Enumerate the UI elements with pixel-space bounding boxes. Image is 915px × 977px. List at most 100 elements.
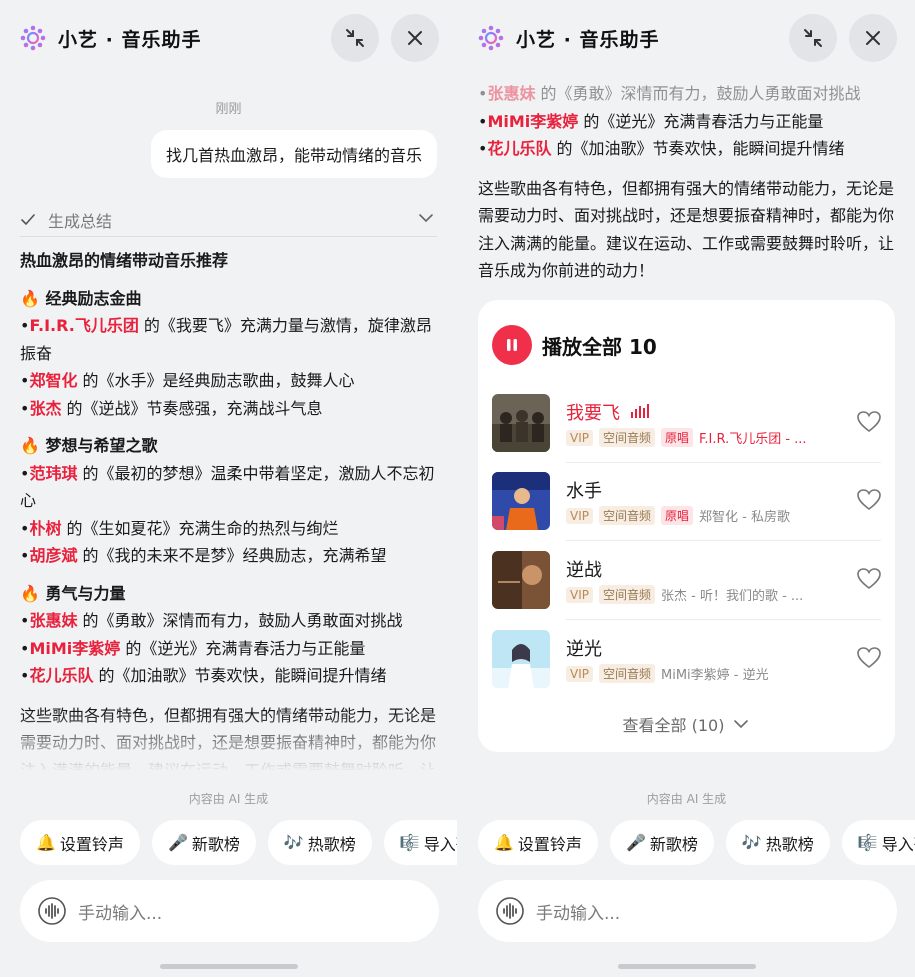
closing-paragraph: 这些歌曲各有特色，但都拥有强大的情绪带动能力，无论是需要动力时、面对挑战时，还是… bbox=[478, 178, 895, 281]
album-cover bbox=[492, 630, 550, 688]
divider bbox=[566, 540, 881, 541]
chip-import-songs[interactable]: 🎼导入歌 bbox=[841, 820, 915, 865]
list-item: •花儿乐队 的《加油歌》节奏欢快，能瞬间提升情绪 bbox=[20, 666, 387, 685]
heart-icon[interactable] bbox=[857, 489, 881, 511]
user-message-bubble: 找几首热血激昂，能带动情绪的音乐 bbox=[150, 130, 437, 178]
song-title: 逆战 bbox=[566, 560, 602, 581]
chip-import-songs[interactable]: 🎼导入歌 bbox=[383, 820, 457, 865]
heart-icon[interactable] bbox=[857, 647, 881, 669]
song-meta: VIP 空间音频 原唱 F.I.R.飞儿乐团 - ... bbox=[566, 428, 816, 447]
home-indicator bbox=[160, 964, 298, 969]
divider bbox=[566, 462, 881, 463]
message-input[interactable]: 手动输入... bbox=[20, 880, 439, 942]
voice-wave-icon bbox=[38, 897, 66, 925]
song-row[interactable]: 逆战 VIP 空间音频 张杰 - 听！我们的歌 - ... bbox=[492, 551, 881, 611]
original-badge: 原唱 bbox=[661, 428, 694, 447]
song-subtitle: 郑智化 - 私房歌 bbox=[699, 510, 790, 525]
song-title: 逆光 bbox=[566, 639, 602, 660]
chat-panel-left: 小艺 · 音乐助手 刚刚 找几首热血激昂，能带动情绪的音乐 生成总结 热血激昂的… bbox=[0, 0, 457, 977]
input-placeholder: 手动输入... bbox=[78, 903, 163, 924]
section-title: 🔥 勇气与力量 bbox=[20, 583, 126, 603]
app-title: 小艺 · 音乐助手 bbox=[516, 28, 660, 51]
generated-summary-toggle[interactable]: 生成总结 bbox=[20, 203, 437, 237]
bell-icon: 🔔 bbox=[36, 833, 56, 852]
header: 小艺 · 音乐助手 bbox=[478, 12, 897, 64]
microphone-icon: 🎤 bbox=[167, 833, 188, 852]
music-score-icon: 🎼 bbox=[399, 833, 420, 852]
heart-icon[interactable] bbox=[857, 411, 881, 433]
music-notes-icon: 🎶 bbox=[283, 833, 304, 852]
ai-generated-note: 内容由 AI 生成 bbox=[646, 792, 727, 806]
suggestion-chips: 🔔设置铃声 🎤新歌榜 🎶热歌榜 🎼导入歌 bbox=[478, 820, 915, 865]
song-subtitle: F.I.R.飞儿乐团 - ... bbox=[699, 432, 807, 447]
list-item: •朴树 的《生如夏花》充满生命的热烈与绚烂 bbox=[20, 518, 339, 538]
answer-heading: 热血激昂的情绪带动音乐推荐 bbox=[20, 251, 229, 270]
spatial-audio-badge: 空间音频 bbox=[598, 585, 655, 604]
ai-generated-note: 内容由 AI 生成 bbox=[188, 792, 269, 806]
song-meta: VIP 空间音频 原唱 郑智化 - 私房歌 bbox=[566, 506, 816, 525]
list-item: •胡彦斌 的《我的未来不是梦》经典励志，充满希望 bbox=[20, 546, 387, 565]
song-row[interactable]: 逆光 VIP 空间音频 MiMi李紫婷 - 逆光 bbox=[492, 630, 881, 690]
vip-badge: VIP bbox=[566, 429, 593, 446]
assistant-answer-continued: •张惠妹 的《勇敢》深情而有力，鼓励人勇敢面对挑战 •MiMi李紫婷 的《逆光》… bbox=[478, 80, 895, 285]
header: 小艺 · 音乐助手 bbox=[20, 12, 439, 64]
close-icon bbox=[408, 31, 422, 45]
song-row[interactable]: 水手 VIP 空间音频 原唱 郑智化 - 私房歌 bbox=[492, 472, 881, 532]
section-title: 🔥 梦想与希望之歌 bbox=[20, 436, 158, 455]
list-item: •张惠妹 的《勇敢》深情而有力，鼓励人勇敢面对挑战 bbox=[20, 611, 403, 630]
chip-set-ringtone[interactable]: 🔔 设置铃声 bbox=[478, 820, 598, 865]
chip-new-songs[interactable]: 🎤 新歌榜 bbox=[609, 820, 714, 865]
play-all-label: 播放全部 10 bbox=[542, 334, 657, 359]
chip-set-ringtone[interactable]: 🔔 设置铃声 bbox=[20, 820, 140, 865]
suggestion-chips: 🔔设置铃声 🎤新歌榜 🎶热歌榜 🎼导入歌 bbox=[20, 820, 457, 865]
chip-hot-songs[interactable]: 🎶 热歌榜 bbox=[267, 820, 372, 865]
song-meta: VIP 空间音频 张杰 - 听！我们的歌 - ... bbox=[566, 585, 816, 604]
voice-wave-icon bbox=[496, 897, 524, 925]
album-cover bbox=[492, 472, 550, 530]
input-placeholder: 手动输入... bbox=[536, 903, 621, 924]
album-cover bbox=[492, 551, 550, 609]
spatial-audio-badge: 空间音频 bbox=[598, 428, 655, 447]
album-cover bbox=[492, 394, 550, 452]
song-meta: VIP 空间音频 MiMi李紫婷 - 逆光 bbox=[566, 664, 816, 683]
play-all-button[interactable]: 播放全部 10 bbox=[492, 325, 657, 365]
divider bbox=[566, 619, 881, 620]
collapse-button[interactable] bbox=[331, 14, 379, 62]
list-item: •F.I.R.飞儿乐团 的《我要飞》充满力量与激情，旋律激昂振奋 bbox=[20, 316, 432, 363]
pause-icon bbox=[492, 325, 532, 365]
message-input[interactable]: 手动输入... bbox=[478, 880, 897, 942]
chat-panel-right: 小艺 · 音乐助手 •张惠妹 的《勇敢》深情而有力，鼓励人勇敢面对挑战 •MiM… bbox=[458, 0, 915, 977]
scroll-fade bbox=[0, 712, 457, 772]
heart-icon[interactable] bbox=[857, 568, 881, 590]
list-item: •张杰 的《逆战》节奏感强，充满战斗气息 bbox=[20, 398, 323, 418]
list-item: •郑智化 的《水手》是经典励志歌曲，鼓舞人心 bbox=[20, 371, 355, 390]
spatial-audio-badge: 空间音频 bbox=[598, 664, 655, 683]
song-row[interactable]: 我要飞 VIP 空间音频 原唱 F.I.R.飞儿乐团 - ... bbox=[492, 394, 881, 454]
bell-icon: 🔔 bbox=[494, 833, 514, 852]
view-all-label: 查看全部 (10) bbox=[622, 716, 725, 735]
chevron-down-icon bbox=[734, 720, 749, 729]
music-playlist-card: 播放全部 10 我要飞 VIP 空间音频 原唱 F.I.R.飞儿乐团 - ...… bbox=[478, 300, 895, 752]
list-item: •花儿乐队 的《加油歌》节奏欢快，能瞬间提升情绪 bbox=[478, 139, 845, 158]
song-subtitle: MiMi李紫婷 - 逆光 bbox=[661, 668, 769, 683]
list-item: •MiMi李紫婷 的《逆光》充满青春活力与正能量 bbox=[20, 638, 366, 658]
xiaoyi-logo-icon bbox=[20, 25, 46, 51]
list-item: •张惠妹 的《勇敢》深情而有力，鼓励人勇敢面对挑战 bbox=[478, 84, 861, 103]
message-timestamp: 刚刚 bbox=[215, 102, 242, 117]
close-icon bbox=[866, 31, 880, 45]
song-title: 我要飞 bbox=[566, 399, 652, 425]
collapse-button[interactable] bbox=[789, 14, 837, 62]
playing-bars-icon bbox=[630, 404, 649, 418]
close-button[interactable] bbox=[391, 14, 439, 62]
view-all-button[interactable]: 查看全部 (10) bbox=[478, 712, 895, 736]
music-notes-icon: 🎶 bbox=[741, 833, 762, 852]
check-icon bbox=[21, 213, 35, 225]
vip-badge: VIP bbox=[566, 507, 593, 524]
chip-hot-songs[interactable]: 🎶 热歌榜 bbox=[725, 820, 830, 865]
vip-badge: VIP bbox=[566, 586, 593, 603]
music-score-icon: 🎼 bbox=[857, 833, 878, 852]
xiaoyi-logo-icon bbox=[478, 25, 504, 51]
chip-new-songs[interactable]: 🎤 新歌榜 bbox=[151, 820, 256, 865]
app-title: 小艺 · 音乐助手 bbox=[58, 28, 202, 51]
close-button[interactable] bbox=[849, 14, 897, 62]
